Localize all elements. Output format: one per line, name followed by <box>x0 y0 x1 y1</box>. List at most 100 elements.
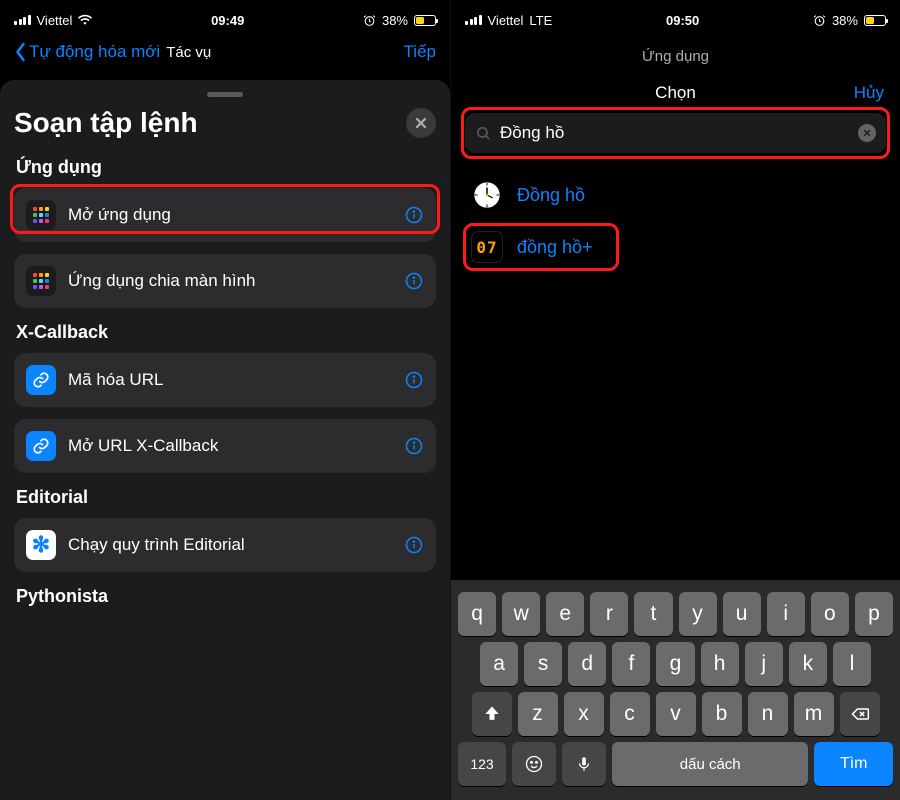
alarm-icon <box>813 14 826 27</box>
network-label: LTE <box>529 13 552 28</box>
signal-icon <box>465 15 482 25</box>
action-label: Ứng dụng chia màn hình <box>68 271 255 291</box>
cancel-button[interactable]: Hủy <box>834 83 884 103</box>
key-h[interactable]: h <box>701 642 739 686</box>
key-q[interactable]: q <box>458 592 496 636</box>
keyboard: qwertyuiop asdfghjkl zxcvbnm 123 <box>451 580 900 800</box>
info-icon[interactable] <box>404 370 424 390</box>
key-o[interactable]: o <box>811 592 849 636</box>
sheet-title: Soạn tập lệnh <box>14 107 198 139</box>
action-label: Mở URL X-Callback <box>68 436 218 456</box>
battery-pct: 38% <box>832 13 858 28</box>
keyboard-row-2: asdfghjkl <box>458 642 893 686</box>
carrier-label: Viettel <box>488 13 524 28</box>
key-i[interactable]: i <box>767 592 805 636</box>
key-n[interactable]: n <box>748 692 788 736</box>
info-icon[interactable] <box>404 205 424 225</box>
space-key[interactable]: dấu cách <box>612 742 808 786</box>
status-time: 09:50 <box>666 13 699 28</box>
numbers-key[interactable]: 123 <box>458 742 506 786</box>
shift-key[interactable] <box>472 692 512 736</box>
key-x[interactable]: x <box>564 692 604 736</box>
key-s[interactable]: s <box>524 642 562 686</box>
chevron-left-icon <box>14 42 27 62</box>
action-label: Mã hóa URL <box>68 370 163 390</box>
action-open-url-xcallback[interactable]: Mở URL X-Callback <box>14 419 436 473</box>
key-p[interactable]: p <box>855 592 893 636</box>
key-t[interactable]: t <box>634 592 672 636</box>
key-c[interactable]: c <box>610 692 650 736</box>
editorial-app-icon: ✻ <box>26 530 56 560</box>
status-bar: Viettel LTE 09:50 38% <box>451 8 900 32</box>
key-b[interactable]: b <box>702 692 742 736</box>
action-open-app[interactable]: Mở ứng dụng <box>14 188 436 242</box>
clear-search-button[interactable] <box>858 124 876 142</box>
action-split-screen[interactable]: Ứng dụng chia màn hình <box>14 254 436 308</box>
return-key[interactable]: Tìm <box>814 742 893 786</box>
dictation-key[interactable] <box>562 742 606 786</box>
key-m[interactable]: m <box>794 692 834 736</box>
result-clock-app[interactable]: Đồng hồ <box>455 169 896 221</box>
battery-pct: 38% <box>382 13 408 28</box>
picker-title: Chọn <box>517 83 834 103</box>
picker-subtitle: Ứng dụng <box>451 48 900 65</box>
action-run-editorial[interactable]: ✻ Chạy quy trình Editorial <box>14 518 436 572</box>
key-y[interactable]: y <box>679 592 717 636</box>
result-clock-plus-app[interactable]: 07 đồng hồ+ <box>455 221 615 273</box>
next-button[interactable]: Tiếp <box>404 42 436 62</box>
result-label: Đồng hồ <box>517 185 585 206</box>
shift-icon <box>482 704 502 724</box>
key-w[interactable]: w <box>502 592 540 636</box>
close-icon <box>863 129 871 137</box>
close-icon <box>414 116 428 130</box>
apps-grid-icon <box>26 266 56 296</box>
key-k[interactable]: k <box>789 642 827 686</box>
action-label: Chạy quy trình Editorial <box>68 535 245 555</box>
key-v[interactable]: v <box>656 692 696 736</box>
carrier-label: Viettel <box>37 13 73 28</box>
emoji-key[interactable] <box>512 742 556 786</box>
back-button[interactable]: Tự động hóa mới <box>14 42 160 62</box>
info-icon[interactable] <box>404 535 424 555</box>
link-icon <box>26 431 56 461</box>
action-encode-url[interactable]: Mã hóa URL <box>14 353 436 407</box>
keyboard-row-1: qwertyuiop <box>458 592 893 636</box>
key-a[interactable]: a <box>480 642 518 686</box>
status-bar: Viettel 09:49 38% <box>0 8 450 32</box>
key-u[interactable]: u <box>723 592 761 636</box>
search-results: Đồng hồ 07 đồng hồ+ <box>451 163 900 273</box>
battery-icon <box>864 15 886 26</box>
clock-plus-app-icon: 07 <box>471 231 503 263</box>
apps-grid-icon <box>26 200 56 230</box>
emoji-icon <box>524 754 544 774</box>
key-r[interactable]: r <box>590 592 628 636</box>
action-label: Mở ứng dụng <box>68 205 171 225</box>
right-screenshot: Viettel LTE 09:50 38% Ứng dụng Chọn Hủy <box>450 0 900 800</box>
key-e[interactable]: e <box>546 592 584 636</box>
key-g[interactable]: g <box>656 642 694 686</box>
group-apps-label: Ứng dụng <box>16 157 436 178</box>
wifi-icon <box>78 13 92 27</box>
alarm-icon <box>363 14 376 27</box>
key-j[interactable]: j <box>745 642 783 686</box>
compose-sheet: Soạn tập lệnh Ứng dụng Mở ứng dụng Ứng d… <box>0 80 450 800</box>
key-z[interactable]: z <box>518 692 558 736</box>
left-screenshot: Viettel 09:49 38% Tự động hóa mới Tác vụ… <box>0 0 450 800</box>
key-l[interactable]: l <box>833 642 871 686</box>
back-label: Tự động hóa mới <box>29 42 160 62</box>
search-input[interactable] <box>500 123 850 143</box>
key-f[interactable]: f <box>612 642 650 686</box>
search-icon <box>475 125 492 142</box>
close-button[interactable] <box>406 108 436 138</box>
sheet-grabber[interactable] <box>207 92 243 97</box>
backspace-key[interactable] <box>840 692 880 736</box>
signal-icon <box>14 15 31 25</box>
group-xcallback-label: X-Callback <box>16 322 436 343</box>
key-d[interactable]: d <box>568 642 606 686</box>
info-icon[interactable] <box>404 436 424 456</box>
backspace-icon <box>850 704 870 724</box>
info-icon[interactable] <box>404 271 424 291</box>
keyboard-row-3: zxcvbnm <box>458 692 893 736</box>
status-time: 09:49 <box>211 13 244 28</box>
search-field[interactable] <box>465 113 886 153</box>
